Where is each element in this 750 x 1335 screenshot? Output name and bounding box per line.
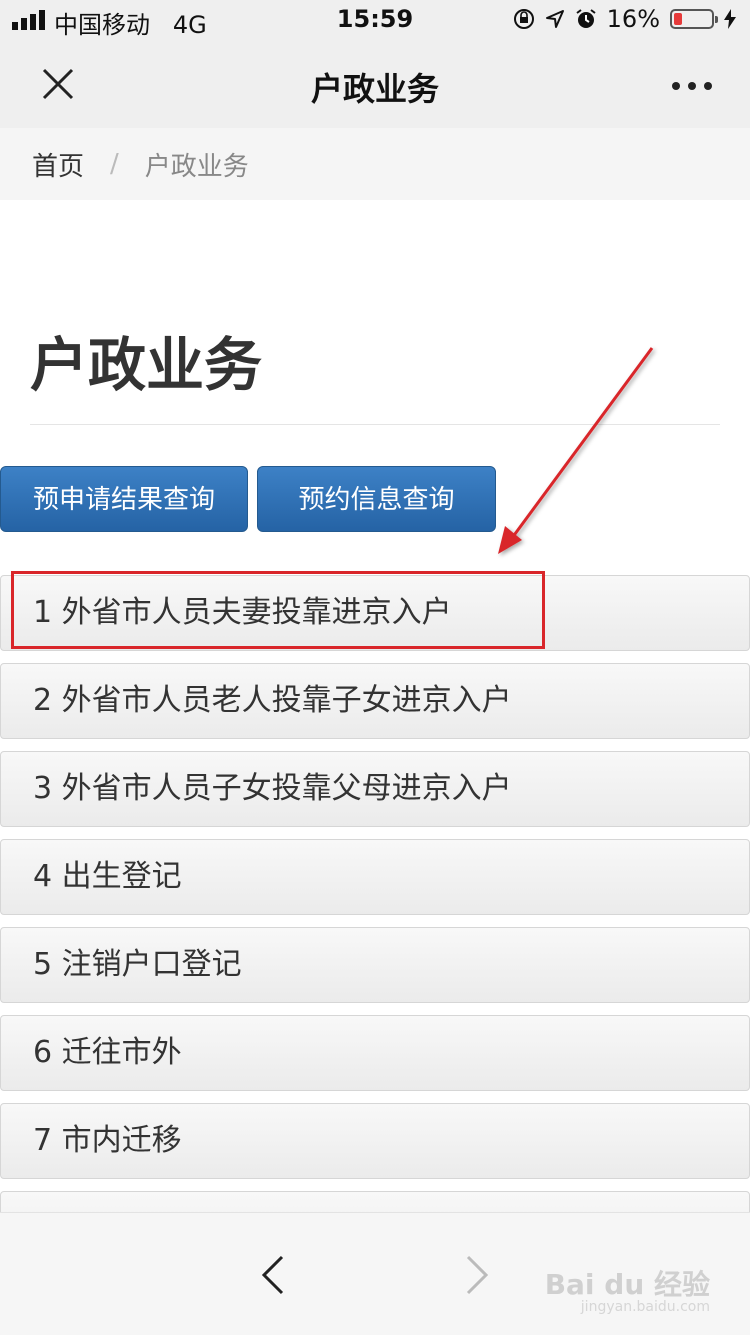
highlight-box: [11, 571, 545, 649]
service-list: 1 外省市人员夫妻投靠进京入户 2 外省市人员老人投靠子女进京入户 3 外省市人…: [0, 575, 750, 1279]
orientation-lock-icon: [513, 9, 534, 29]
charging-icon: [724, 9, 736, 29]
status-icons: 16%: [513, 5, 736, 33]
back-arrow-icon[interactable]: [258, 1253, 288, 1297]
nav-bar: 户政业务: [0, 40, 750, 128]
list-item[interactable]: 6 迁往市外: [0, 1015, 750, 1091]
list-item[interactable]: 7 市内迁移: [0, 1103, 750, 1179]
status-bar: 中国移动 4G 15:59 16%: [0, 0, 750, 40]
breadcrumb-home-link[interactable]: 首页: [32, 146, 84, 183]
battery-percent: 16%: [606, 5, 660, 33]
list-item[interactable]: 5 注销户口登记: [0, 927, 750, 1003]
more-options-icon[interactable]: [672, 82, 712, 90]
list-item[interactable]: 4 出生登记: [0, 839, 750, 915]
heading-divider: [30, 424, 720, 425]
battery-icon: [670, 9, 718, 29]
location-icon: [545, 10, 564, 28]
watermark-url: jingyan.baidu.com: [580, 1299, 710, 1315]
query-appointments-button[interactable]: 预约信息查询: [257, 466, 496, 532]
alarm-icon: [576, 9, 596, 28]
breadcrumb: 首页 / 户政业务: [0, 128, 750, 200]
query-results-button[interactable]: 预申请结果查询: [0, 466, 248, 532]
breadcrumb-current: 户政业务: [144, 151, 249, 182]
nav-title: 户政业务: [310, 70, 439, 108]
list-item[interactable]: 3 外省市人员子女投靠父母进京入户: [0, 751, 750, 827]
breadcrumb-separator: /: [110, 149, 119, 179]
list-item[interactable]: 2 外省市人员老人投靠子女进京入户: [0, 663, 750, 739]
page-title: 户政业务: [30, 331, 263, 399]
bottom-toolbar: Bai du 经验 jingyan.baidu.com: [0, 1212, 750, 1335]
watermark-logo: Bai du 经验: [544, 1268, 710, 1301]
forward-arrow-icon[interactable]: [462, 1253, 492, 1297]
